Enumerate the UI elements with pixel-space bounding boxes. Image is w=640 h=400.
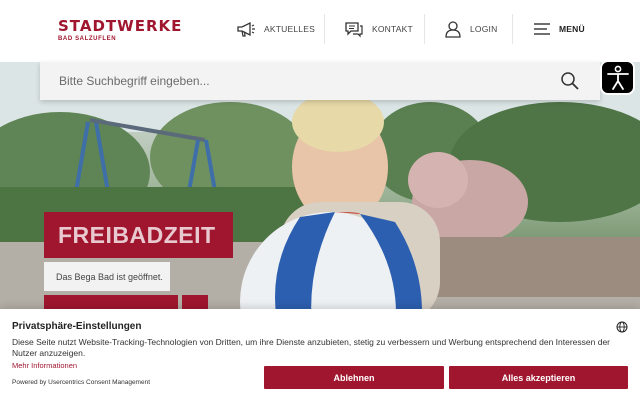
nav-divider xyxy=(512,14,513,44)
decline-button[interactable]: Ablehnen xyxy=(264,366,444,389)
nav-divider xyxy=(324,14,325,44)
language-button[interactable] xyxy=(616,320,628,338)
nav-divider xyxy=(424,14,425,44)
consent-banner: Privatsphäre-Einstellungen Diese Seite n… xyxy=(0,309,640,400)
nav-aktuelles-label: AKTUELLES xyxy=(264,24,315,34)
accessibility-icon xyxy=(606,65,629,90)
megaphone-icon xyxy=(237,21,255,37)
consent-title: Privatsphäre-Einstellungen xyxy=(12,321,142,332)
user-icon xyxy=(445,21,461,38)
consent-text: Diese Seite nutzt Website-Tracking-Techn… xyxy=(12,337,611,358)
nav-menu-label: MENÜ xyxy=(559,24,585,34)
logo[interactable]: STADTWERKE BAD SALZUFLEN xyxy=(58,18,182,42)
nav-menu[interactable]: MENÜ xyxy=(533,18,585,40)
hero-headline: FREIBADZEIT xyxy=(44,212,233,258)
nav-kontakt[interactable]: KONTAKT xyxy=(344,18,413,40)
nav-login[interactable]: LOGIN xyxy=(444,18,497,40)
logo-name: STADTWERKE xyxy=(58,17,183,35)
hamburger-icon xyxy=(534,23,550,35)
search-bar[interactable]: Bitte Suchbegriff eingeben... xyxy=(40,62,600,100)
nav-login-label: LOGIN xyxy=(470,24,498,34)
more-info-link[interactable]: Mehr Informationen xyxy=(12,361,77,370)
hero-subline: Das Bega Bad ist geöffnet. xyxy=(44,262,170,291)
nav-aktuelles[interactable]: AKTUELLES xyxy=(236,18,315,40)
accessibility-button[interactable] xyxy=(600,60,635,95)
accept-all-button[interactable]: Alles akzeptieren xyxy=(449,366,628,389)
search-icon xyxy=(561,72,579,90)
powered-by-text: Powered by Usercentrics Consent Manageme… xyxy=(12,379,151,386)
search-input[interactable]: Bitte Suchbegriff eingeben... xyxy=(59,74,210,88)
search-button[interactable] xyxy=(560,71,580,96)
globe-icon xyxy=(616,321,628,333)
site-header: STADTWERKE BAD SALZUFLEN AKTUELLES KONTA… xyxy=(0,0,640,62)
chat-icon xyxy=(345,22,363,38)
logo-subline: BAD SALZUFLEN xyxy=(58,36,117,42)
nav-kontakt-label: KONTAKT xyxy=(372,24,413,34)
